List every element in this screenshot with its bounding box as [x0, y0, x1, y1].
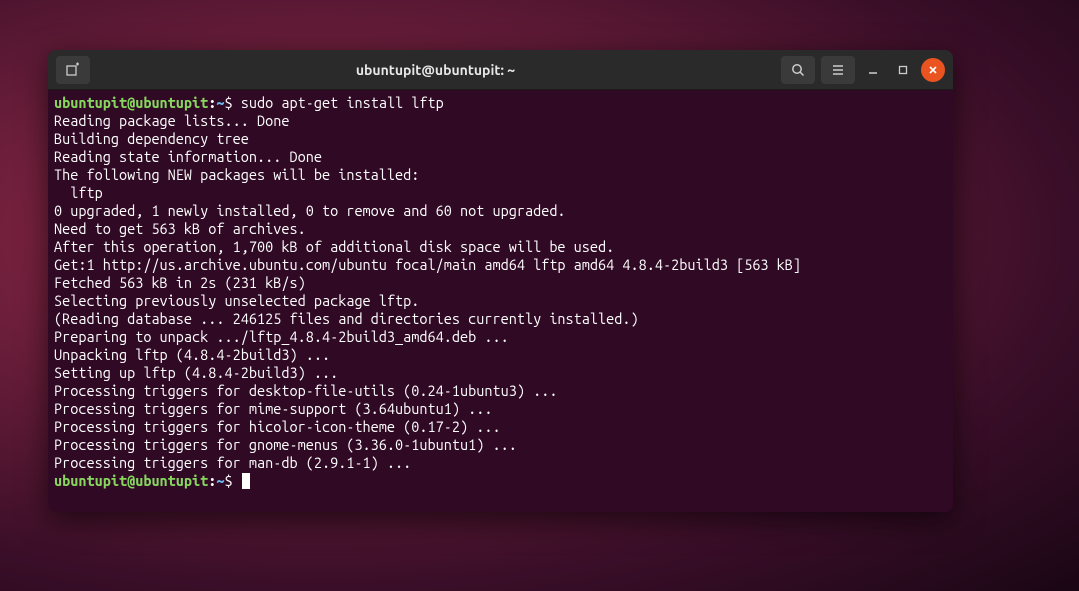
output-line: Processing triggers for desktop-file-uti… — [54, 382, 947, 400]
output-line: Processing triggers for gnome-menus (3.3… — [54, 436, 947, 454]
prompt-line: ubuntupit@ubuntupit:~$ — [54, 472, 947, 490]
minimize-button[interactable] — [861, 58, 885, 82]
terminal-body[interactable]: ubuntupit@ubuntupit:~$ sudo apt-get inst… — [48, 90, 953, 512]
output-line: After this operation, 1,700 kB of additi… — [54, 238, 947, 256]
window-title: ubuntupit@ubuntupit: ~ — [96, 62, 775, 78]
output-line: Unpacking lftp (4.8.4-2build3) ... — [54, 346, 947, 364]
cursor — [242, 473, 250, 489]
maximize-icon — [898, 65, 908, 75]
output-line: Building dependency tree — [54, 130, 947, 148]
new-tab-button[interactable] — [56, 56, 90, 84]
output-line: Setting up lftp (4.8.4-2build3) ... — [54, 364, 947, 382]
output-line: Reading package lists... Done — [54, 112, 947, 130]
output-line: Processing triggers for man-db (2.9.1-1)… — [54, 454, 947, 472]
output-line: Need to get 563 kB of archives. — [54, 220, 947, 238]
prompt-user-host: ubuntupit@ubuntupit — [54, 472, 208, 489]
output-line: lftp — [54, 184, 947, 202]
prompt-line: ubuntupit@ubuntupit:~$ sudo apt-get inst… — [54, 94, 947, 112]
maximize-button[interactable] — [891, 58, 915, 82]
prompt-user-host: ubuntupit@ubuntupit — [54, 94, 208, 111]
output-line: Fetched 563 kB in 2s (231 kB/s) — [54, 274, 947, 292]
prompt-symbol: $ — [225, 94, 233, 111]
output-line: Get:1 http://us.archive.ubuntu.com/ubunt… — [54, 256, 947, 274]
minimize-icon — [868, 65, 878, 75]
output-line: The following NEW packages will be insta… — [54, 166, 947, 184]
prompt-symbol: $ — [225, 472, 233, 489]
close-icon — [928, 65, 938, 75]
output-line: Processing triggers for mime-support (3.… — [54, 400, 947, 418]
output-line: Processing triggers for hicolor-icon-the… — [54, 418, 947, 436]
output-line: (Reading database ... 246125 files and d… — [54, 310, 947, 328]
prompt-path: ~ — [216, 94, 224, 111]
prompt-path: ~ — [216, 472, 224, 489]
menu-button[interactable] — [821, 56, 855, 84]
terminal-window: ubuntupit@ubuntupit: ~ — [48, 50, 953, 512]
search-icon — [790, 62, 806, 78]
new-tab-icon — [65, 62, 81, 78]
hamburger-icon — [830, 62, 846, 78]
search-button[interactable] — [781, 56, 815, 84]
close-button[interactable] — [921, 58, 945, 82]
titlebar: ubuntupit@ubuntupit: ~ — [48, 50, 953, 90]
output-line: Reading state information... Done — [54, 148, 947, 166]
output-line: Preparing to unpack .../lftp_4.8.4-2buil… — [54, 328, 947, 346]
command-text: sudo apt-get install lftp — [233, 94, 444, 111]
output-line: 0 upgraded, 1 newly installed, 0 to remo… — [54, 202, 947, 220]
output-line: Selecting previously unselected package … — [54, 292, 947, 310]
